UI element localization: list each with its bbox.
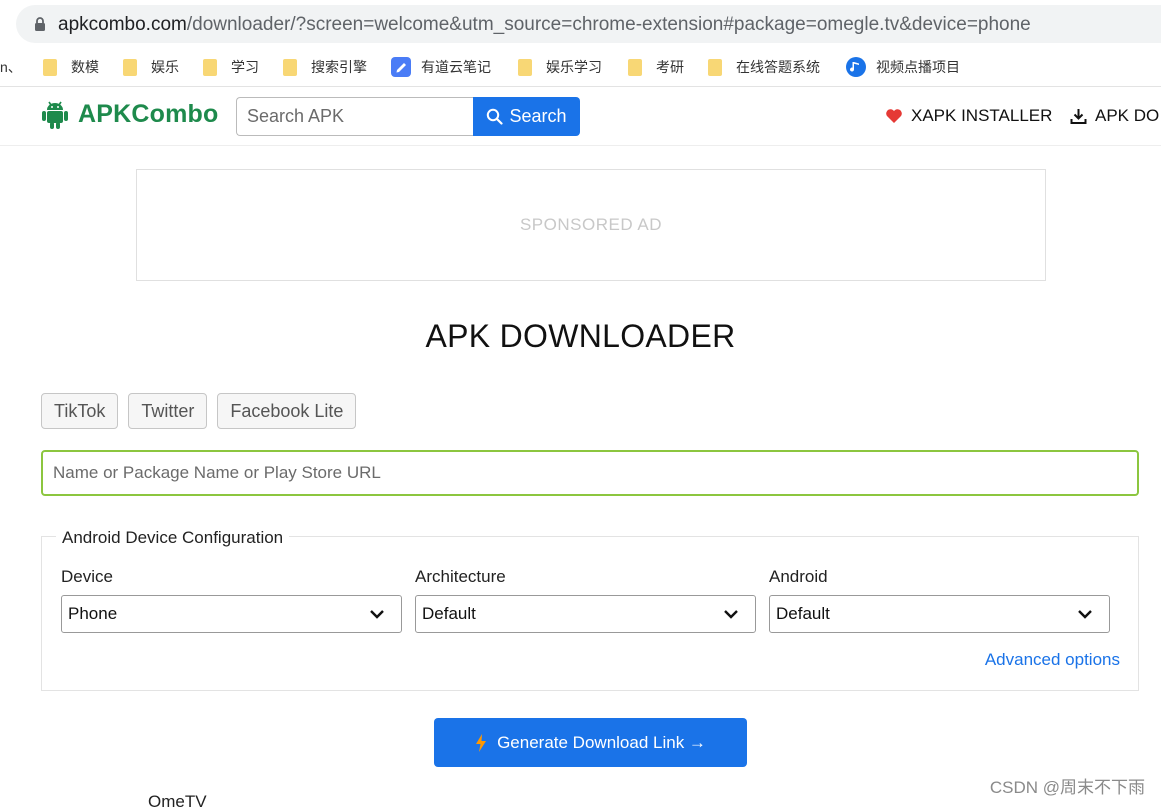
- bookmark-youdao-note[interactable]: 有道云笔记: [391, 57, 491, 77]
- chip-twitter[interactable]: Twitter: [128, 393, 208, 429]
- architecture-select[interactable]: Default: [415, 595, 756, 633]
- chevron-down-icon: [370, 610, 384, 619]
- video-icon: [846, 57, 866, 77]
- bookmark-video-project[interactable]: 视频点播项目: [846, 57, 960, 77]
- sponsored-ad-label: SPONSORED AD: [519, 215, 663, 234]
- browser-address-bar: apkcombo.com/downloader/?screen=welcome&…: [0, 0, 1161, 48]
- folder-icon: [518, 58, 532, 76]
- xapk-installer-link[interactable]: XAPK INSTALLER: [885, 106, 1052, 126]
- bookmark-search-engine[interactable]: 搜索引擎: [283, 57, 367, 77]
- android-version-select[interactable]: Default: [769, 595, 1110, 633]
- chip-facebook-lite[interactable]: Facebook Lite: [217, 393, 357, 429]
- sponsored-ad: SPONSORED AD: [136, 169, 1046, 281]
- bookmark-partial[interactable]: n、: [0, 57, 22, 77]
- folder-icon: [203, 58, 217, 76]
- device-config-panel: Android Device Configuration Device Phon…: [41, 528, 1139, 691]
- bookmark-kaoyan[interactable]: 考研: [628, 57, 684, 77]
- omnibox[interactable]: apkcombo.com/downloader/?screen=welcome&…: [16, 5, 1161, 43]
- search-icon: [487, 108, 504, 125]
- heart-icon: [886, 109, 902, 123]
- folder-icon: [628, 58, 642, 76]
- device-select[interactable]: Phone: [61, 595, 402, 633]
- bookmark-shumo[interactable]: 数模: [43, 57, 99, 77]
- device-label: Device: [61, 567, 113, 586]
- architecture-label: Architecture: [415, 567, 506, 586]
- header-search-input[interactable]: [236, 97, 473, 136]
- logo-text: APKCombo: [78, 99, 219, 128]
- android-robot-icon: [42, 101, 68, 129]
- apk-downloader-link[interactable]: APK DO: [1070, 106, 1159, 126]
- recent-app-title[interactable]: OmeTV: [148, 792, 207, 812]
- package-search-input[interactable]: [41, 450, 1139, 496]
- chevron-down-icon: [724, 610, 738, 619]
- bookmark-xuexi[interactable]: 学习: [203, 57, 259, 77]
- header-search: Search: [236, 97, 580, 136]
- csdn-watermark: CSDN @周末不下雨: [989, 778, 1145, 797]
- download-icon: [1070, 108, 1087, 124]
- bookmarks-bar: n、 数模 娱乐 学习 搜索引擎 有道云笔记 娱乐学习 考研 在线答题系统 视频…: [0, 48, 1161, 87]
- page-title: APK DOWNLOADER: [425, 318, 736, 354]
- bookmark-yule[interactable]: 娱乐: [123, 57, 179, 77]
- folder-icon: [283, 58, 297, 76]
- chevron-down-icon: [1078, 610, 1092, 619]
- quick-suggestions: TikTok Twitter Facebook Lite: [41, 393, 366, 429]
- header-search-button[interactable]: Search: [473, 97, 580, 136]
- bookmark-online-quiz[interactable]: 在线答题系统: [708, 57, 820, 77]
- url-text[interactable]: apkcombo.com/downloader/?screen=welcome&…: [58, 14, 1031, 36]
- generate-download-link-button[interactable]: Generate Download Link →: [434, 718, 747, 767]
- bookmark-yule-xuexi[interactable]: 娱乐学习: [518, 57, 602, 77]
- advanced-options-link[interactable]: Advanced options: [985, 650, 1120, 670]
- folder-icon: [43, 58, 57, 76]
- note-icon: [391, 57, 411, 77]
- lock-icon: [35, 17, 45, 31]
- android-label: Android: [769, 567, 828, 586]
- folder-icon: [123, 58, 137, 76]
- config-legend: Android Device Configuration: [56, 528, 290, 548]
- chip-tiktok[interactable]: TikTok: [41, 393, 119, 429]
- folder-icon: [708, 58, 722, 76]
- site-logo[interactable]: APKCombo: [40, 98, 218, 130]
- site-header: APKCombo Search XAPK INSTALLER APK DO: [0, 87, 1161, 146]
- lightning-icon: [476, 733, 487, 752]
